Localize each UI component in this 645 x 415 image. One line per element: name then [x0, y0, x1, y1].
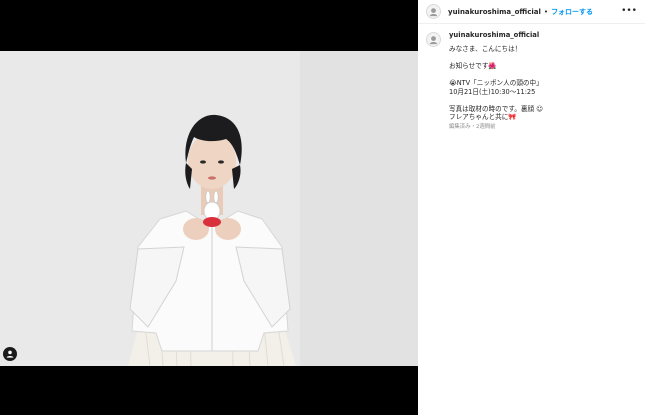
avatar-icon [429, 8, 438, 17]
post-media[interactable] [0, 0, 418, 415]
tagged-users-button[interactable] [3, 347, 17, 361]
caption-username[interactable]: yuinakuroshima_official [449, 31, 543, 40]
post-header: yuinakuroshima_official • フォローする ••• [418, 0, 645, 24]
caption-line: お知らせです🌺 [449, 61, 497, 70]
caption-avatar[interactable] [426, 32, 441, 47]
caption-line: みなさま、こんにちは！ [449, 44, 522, 53]
caption-meta: 編集済み・2週間前 [449, 123, 496, 130]
post-side-panel: yuinakuroshima_official • フォローする ••• yui… [418, 0, 645, 415]
avatar[interactable] [426, 4, 441, 19]
header-username[interactable]: yuinakuroshima_official [448, 8, 541, 16]
caption-line: フレアちゃんと共に🎀 [449, 113, 517, 122]
caption-line: 😭NTV「ニッポン人の頭の中」 [449, 78, 543, 87]
caption-line: 10月21日(土)10:30〜11:25 [449, 87, 536, 96]
follow-button[interactable]: フォローする [551, 7, 593, 17]
avatar-icon [429, 36, 438, 45]
caption: yuinakuroshima_official みなさま、こんにちは！ お知らせ… [418, 24, 645, 132]
post-photo [0, 51, 418, 366]
separator-dot: • [543, 7, 549, 16]
photo-illustration [0, 51, 418, 366]
more-options-icon[interactable]: ••• [621, 7, 637, 16]
person-icon [6, 350, 14, 358]
caption-body: yuinakuroshima_official みなさま、こんにちは！ お知らせ… [449, 31, 543, 132]
